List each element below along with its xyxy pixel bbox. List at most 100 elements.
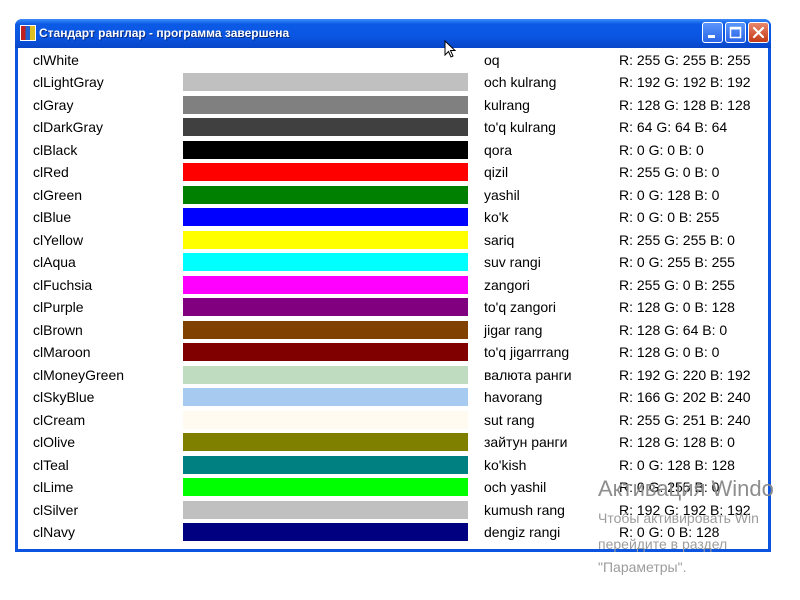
rgb-value: R: 0 G: 255 B: 255 [619, 254, 735, 270]
rgb-value: R: 0 G: 128 B: 128 [619, 456, 735, 473]
close-button[interactable] [748, 22, 769, 43]
app-icon[interactable] [20, 25, 36, 41]
color-constant-name: clRed [33, 164, 69, 180]
color-row: clFuchsia zangori R: 255 G: 0 B: 255 [18, 275, 768, 297]
uzbek-color-name: to'q kulrang [484, 119, 556, 135]
color-swatch [183, 163, 468, 181]
color-row: clGreen yashil R: 0 G: 128 B: 0 [18, 185, 768, 207]
color-swatch [183, 320, 468, 339]
color-constant-name: clPurple [33, 299, 84, 315]
rgb-value: R: 255 G: 251 B: 240 [619, 411, 751, 428]
minimize-icon [708, 35, 715, 38]
color-swatch [183, 478, 468, 496]
color-row: clSkyBlue havorang R: 166 G: 202 B: 240 [18, 387, 768, 409]
rgb-value: R: 128 G: 128 B: 128 [619, 96, 751, 113]
color-swatch [183, 433, 468, 451]
color-constant-name: clFuchsia [33, 276, 93, 293]
color-row: clRed qizil R: 255 G: 0 B: 0 [18, 162, 768, 184]
uzbek-color-name: och yashil [484, 479, 547, 495]
uzbek-color-name: ko'k [484, 209, 509, 225]
activation-watermark-line: Чтобы активировать Win [598, 510, 759, 526]
color-swatch [183, 388, 468, 406]
color-constant-name: clGray [33, 96, 74, 113]
maximize-button[interactable] [725, 22, 746, 43]
title-bar[interactable]: Стандарт ранглар - программа завершена [15, 19, 771, 48]
color-row: clGray kulrang R: 128 G: 128 B: 128 [18, 95, 768, 117]
color-row: clDarkGray to'q kulrang R: 64 G: 64 B: 64 [18, 117, 768, 139]
color-constant-name: clMoneyGreen [33, 366, 125, 383]
color-constant-name: clLightGray [33, 74, 104, 90]
color-constant-name: clYellow [33, 231, 84, 248]
uzbek-color-name: qora [484, 141, 513, 158]
rgb-value: R: 255 G: 0 B: 255 [619, 276, 735, 293]
color-swatch [183, 95, 468, 114]
uzbek-color-name: oq [484, 51, 500, 68]
color-constant-name: clCream [33, 411, 86, 428]
uzbek-color-name: kumush rang [484, 501, 565, 518]
color-constant-name: clTeal [33, 456, 69, 473]
color-swatch [183, 185, 468, 204]
activation-watermark-line: перейдите в раздел [598, 536, 728, 552]
color-swatch [183, 298, 468, 316]
rgb-value: R: 64 G: 64 B: 64 [619, 119, 728, 135]
uzbek-color-name: dengiz rangi [484, 524, 561, 540]
color-row: clPurple to'q zangori R: 128 G: 0 B: 128 [18, 297, 768, 319]
uzbek-color-name: валюта ранги [484, 366, 572, 383]
rgb-value: R: 192 G: 192 B: 192 [619, 74, 751, 90]
uzbek-color-name: sariq [484, 231, 515, 248]
color-constant-name: clWhite [33, 51, 79, 68]
uzbek-color-name: to'q zangori [484, 299, 556, 315]
color-row: clMaroon to'q jigarrrang R: 128 G: 0 B: 0 [18, 342, 768, 364]
color-swatch [183, 365, 468, 384]
rgb-value: R: 0 G: 0 B: 255 [619, 209, 720, 225]
color-swatch [183, 275, 468, 294]
color-constant-name: clGreen [33, 186, 83, 203]
color-constant-name: clBrown [33, 321, 83, 338]
color-row: clLightGray och kulrang R: 192 G: 192 B: 1… [18, 72, 768, 94]
color-swatch [183, 523, 468, 541]
rgb-value: R: 255 G: 255 B: 0 [619, 231, 735, 248]
rgb-value: R: 128 G: 0 B: 0 [619, 344, 720, 360]
color-row: clBlack qora R: 0 G: 0 B: 0 [18, 140, 768, 162]
uzbek-color-name: yashil [484, 186, 520, 203]
uzbek-color-name: och kulrang [484, 74, 557, 90]
color-swatch [183, 500, 468, 519]
color-constant-name: clOlive [33, 434, 76, 450]
color-constant-name: clSkyBlue [33, 389, 95, 405]
color-constant-name: clBlack [33, 141, 78, 158]
color-swatch [183, 455, 468, 474]
activation-watermark-line: "Параметры". [598, 559, 687, 575]
color-swatch [183, 118, 468, 136]
rgb-value: R: 192 G: 220 B: 192 [619, 366, 751, 383]
rgb-value: R: 128 G: 0 B: 128 [619, 299, 735, 315]
color-row: clTeal ko'kish R: 0 G: 128 B: 128 [18, 455, 768, 477]
color-row: clMoneyGreen валюта ранги R: 192 G: 220 B:… [18, 365, 768, 387]
minimize-button[interactable] [702, 22, 723, 43]
uzbek-color-name: zangori [484, 276, 530, 293]
rgb-value: R: 128 G: 128 B: 0 [619, 434, 735, 450]
uzbek-color-name: qizil [484, 164, 509, 180]
uzbek-color-name: ko'kish [484, 456, 527, 473]
mouse-cursor-icon [444, 40, 457, 58]
color-row: clBrown jigar rang R: 128 G: 64 B: 0 [18, 320, 768, 342]
color-row: clCream sut rang R: 255 G: 251 B: 240 [18, 410, 768, 432]
rgb-value: R: 128 G: 64 B: 0 [619, 321, 728, 338]
app-window: Стандарт ранглар - программа завершена c… [15, 19, 771, 552]
uzbek-color-name: зайтун ранги [484, 434, 568, 450]
color-swatch [183, 410, 468, 429]
color-constant-name: clDarkGray [33, 119, 104, 135]
color-constant-name: clSilver [33, 501, 79, 518]
activation-watermark-title: Активация Windo [598, 476, 774, 501]
color-swatch [183, 73, 468, 91]
color-constant-name: clAqua [33, 254, 76, 270]
color-constant-name: clNavy [33, 524, 76, 540]
color-swatch [183, 230, 468, 249]
color-constant-name: clBlue [33, 209, 72, 225]
color-swatch [183, 343, 468, 361]
uzbek-color-name: jigar rang [484, 321, 543, 338]
color-row: clBlue ko'k R: 0 G: 0 B: 255 [18, 207, 768, 229]
window-title: Стандарт ранглар - программа завершена [39, 26, 290, 40]
color-row: clOlive зайтун ранги R: 128 G: 128 B: 0 [18, 432, 768, 454]
rgb-value: R: 255 G: 255 B: 255 [619, 51, 751, 68]
color-constant-name: clMaroon [33, 344, 91, 360]
